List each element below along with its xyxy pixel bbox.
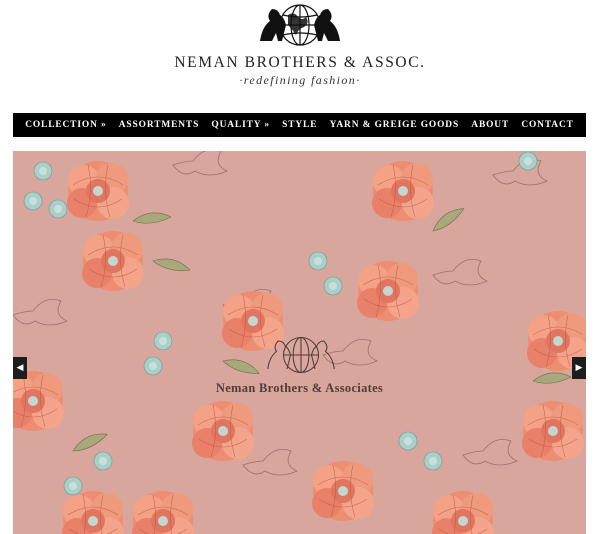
brand-tagline: ·redefining fashion· — [239, 73, 361, 87]
slider-prev-arrow-icon[interactable]: ◀ — [13, 357, 27, 379]
brand-name: NEMAN BROTHERS & ASSOC. — [174, 54, 426, 71]
nav-item-yarn-greige-goods[interactable]: YARN & GREIGE GOODS — [330, 120, 460, 130]
nav-item-quality[interactable]: QUALITY » — [211, 120, 270, 130]
nav-item-collection[interactable]: COLLECTION » — [25, 120, 106, 130]
nav-item-about[interactable]: ABOUT — [471, 120, 509, 130]
globe-lions-logo[interactable] — [252, 1, 348, 49]
globe-lions-watermark-icon — [267, 336, 335, 374]
watermark-text: Neman Brothers & Associates — [215, 381, 384, 395]
nav-item-assortments[interactable]: ASSORTMENTS — [119, 120, 199, 130]
nav-item-contact[interactable]: CONTACT — [521, 120, 573, 130]
watermark: Neman Brothers & Associates — [13, 333, 586, 403]
main-nav: COLLECTION » ASSORTMENTS QUALITY » STYLE… — [13, 113, 586, 137]
site-header: NEMAN BROTHERS & ASSOC. ·redefining fash… — [0, 0, 600, 110]
slider-next-arrow-icon[interactable]: ▶ — [572, 357, 586, 379]
nav-item-style[interactable]: STYLE — [282, 120, 317, 130]
hero-slider[interactable]: Neman Brothers & Associates ◀ ▶ — [13, 151, 586, 534]
